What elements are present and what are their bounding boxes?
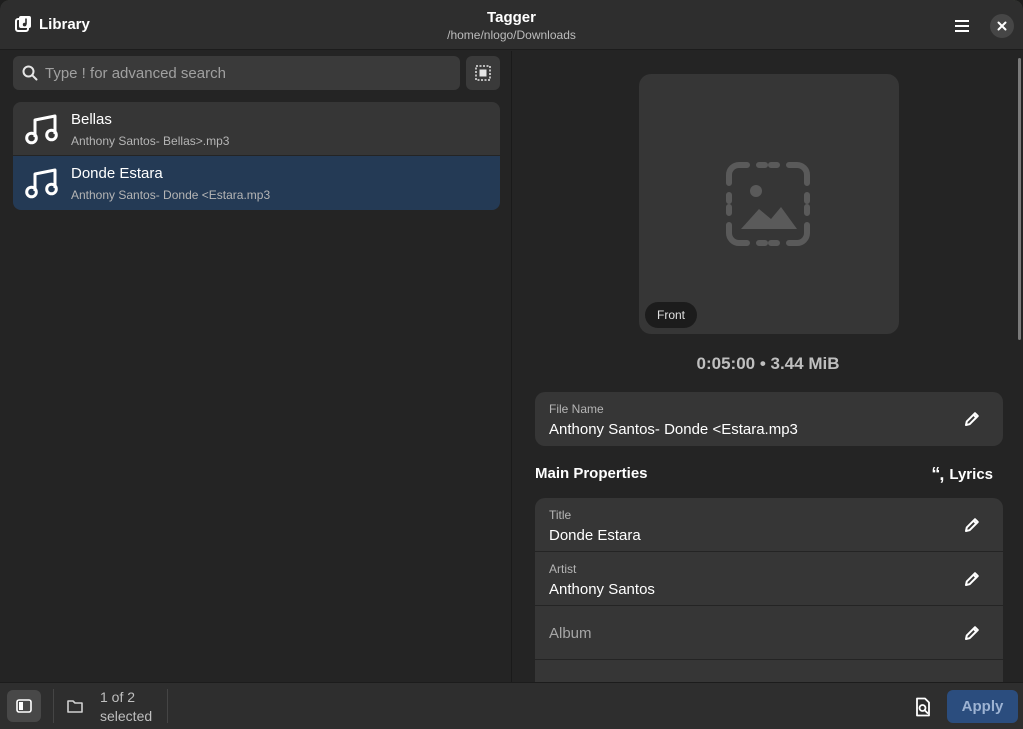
close-icon — [997, 21, 1007, 31]
search-icon — [22, 65, 38, 81]
field-placeholder: Album — [549, 625, 592, 642]
hamburger-menu-icon — [955, 20, 969, 32]
lyrics-button[interactable]: “, Lyrics — [931, 464, 993, 485]
image-missing-icon — [726, 162, 810, 246]
selection-mode-button[interactable] — [466, 56, 500, 90]
lyrics-label: Lyrics — [949, 466, 993, 483]
file-title: Donde Estara — [71, 165, 163, 182]
document-search-button[interactable] — [912, 695, 934, 719]
music-note-icon — [25, 114, 58, 145]
field-value: Anthony Santos — [549, 581, 655, 598]
document-search-icon — [916, 697, 930, 717]
details-panel: Front 0:05:00 • 3.44 MiB File Name Antho… — [513, 51, 1023, 682]
file-filename: Anthony Santos- Bellas>.mp3 — [71, 134, 230, 148]
field-value: Donde Estara — [549, 527, 641, 544]
duration-size: 0:05:00 • 3.44 MiB — [696, 354, 840, 373]
apply-button[interactable]: Apply — [947, 690, 1018, 723]
music-note-icon — [25, 168, 58, 199]
section-title: Main Properties — [535, 465, 648, 482]
selection-count: 1 of 2 selected — [100, 688, 152, 726]
file-name-field: File Name Anthony Santos- Donde <Estara.… — [535, 392, 1003, 446]
main-properties-header: Main Properties “, Lyrics — [535, 464, 1003, 485]
album-art[interactable]: Front — [639, 74, 899, 334]
app-window: Library Tagger /home/nlogo/Downloads Typ… — [0, 0, 1023, 729]
bottom-bar: 1 of 2 selected Apply — [0, 682, 1023, 729]
field-label: File Name — [549, 402, 604, 416]
details-scrollbar[interactable] — [1018, 58, 1021, 340]
pencil-icon[interactable] — [962, 623, 982, 643]
file-list-panel: Bellas Anthony Santos- Bellas>.mp3 Donde… — [0, 51, 512, 682]
search-input[interactable] — [45, 64, 435, 82]
pencil-icon[interactable] — [962, 409, 982, 429]
list-item[interactable]: Bellas Anthony Santos- Bellas>.mp3 — [13, 102, 500, 156]
artist-field: Artist Anthony Santos — [535, 552, 1003, 606]
field-label: Title — [549, 508, 572, 522]
window-title: Tagger /home/nlogo/Downloads — [0, 9, 1023, 43]
selection-count-line2: selected — [100, 708, 153, 724]
selection-mode-icon — [475, 65, 491, 81]
next-field — [535, 660, 1003, 682]
file-name-card: File Name Anthony Santos- Donde <Estara.… — [535, 392, 1003, 446]
title-field: Title Donde Estara — [535, 498, 1003, 552]
file-title: Bellas — [71, 111, 112, 128]
file-list: Bellas Anthony Santos- Bellas>.mp3 Donde… — [13, 102, 500, 210]
front-cover-badge[interactable]: Front — [645, 302, 698, 328]
current-path: /home/nlogo/Downloads — [447, 28, 576, 42]
search-field[interactable] — [13, 56, 460, 90]
pencil-icon[interactable] — [962, 569, 982, 589]
main-menu-button[interactable] — [948, 14, 976, 38]
file-filename: Anthony Santos- Donde <Estara.mp3 — [71, 188, 271, 202]
pencil-icon[interactable] — [962, 515, 982, 535]
divider — [53, 689, 54, 723]
album-field: Album — [535, 606, 1003, 660]
quote-icon: “, — [931, 464, 944, 484]
sidebar-toggle-icon — [16, 699, 32, 713]
field-label: Artist — [549, 562, 577, 576]
divider — [167, 689, 168, 723]
sidebar-toggle-button[interactable] — [7, 690, 41, 722]
folder-icon — [67, 700, 83, 713]
app-title: Tagger — [487, 9, 536, 26]
close-window-button[interactable] — [990, 14, 1014, 38]
selection-count-line1: 1 of 2 — [100, 689, 136, 705]
properties-card: Title Donde Estara Artist Anthony Santos… — [535, 498, 1003, 682]
field-value: Anthony Santos- Donde <Estara.mp3 — [549, 421, 798, 438]
open-folder-button[interactable] — [62, 692, 88, 720]
header-bar: Library Tagger /home/nlogo/Downloads — [0, 0, 1023, 50]
list-item-selected[interactable]: Donde Estara Anthony Santos- Donde <Esta… — [13, 156, 500, 210]
